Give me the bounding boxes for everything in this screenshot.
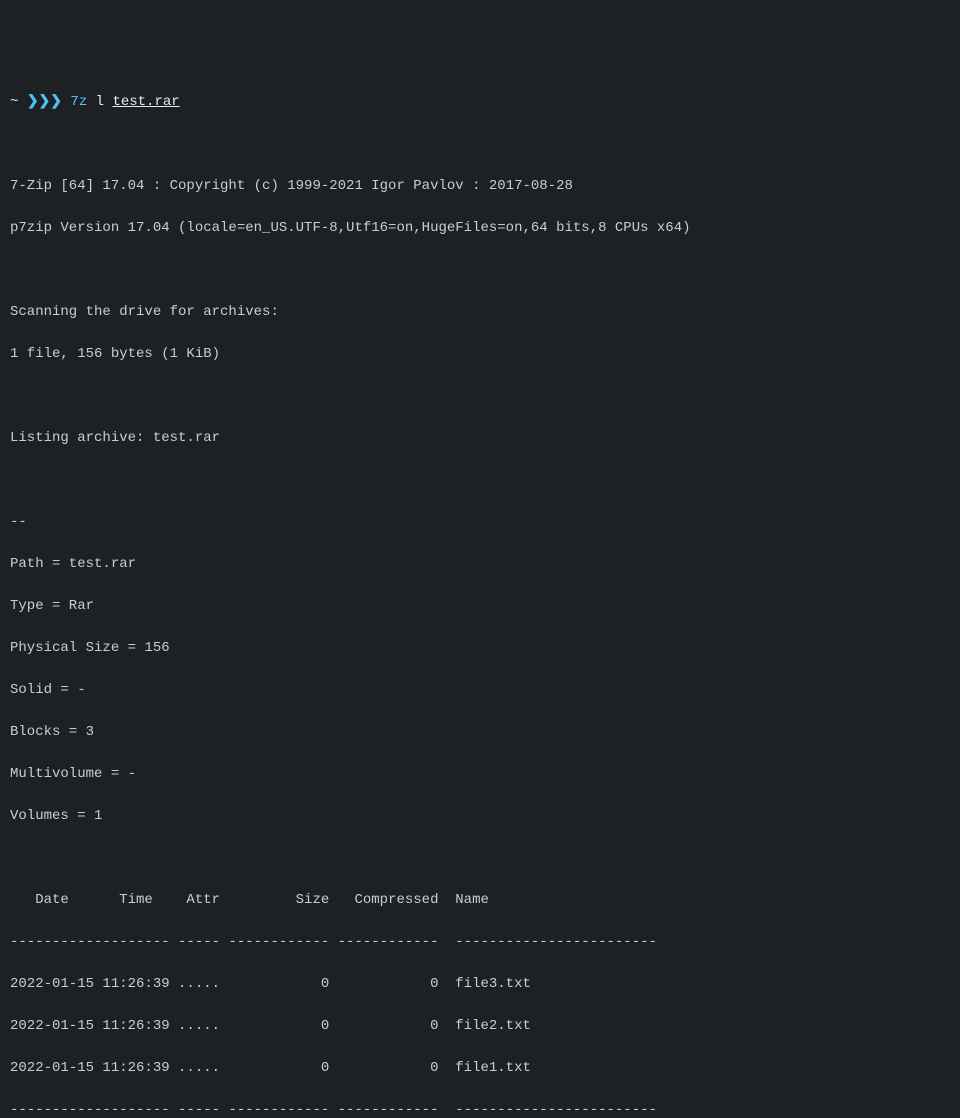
meta-dashes: --	[10, 512, 950, 533]
prompt-line[interactable]: ~ ❯❯❯ 7z l test.rar	[10, 92, 950, 113]
command-file: test.rar	[112, 94, 179, 110]
blank-line	[10, 470, 950, 491]
scan-line-2: 1 file, 156 bytes (1 KiB)	[10, 344, 950, 365]
meta-volumes: Volumes = 1	[10, 806, 950, 827]
table-row: 2022-01-15 11:26:39 ..... 0 0 file1.txt	[10, 1058, 950, 1079]
meta-multivolume: Multivolume = -	[10, 764, 950, 785]
blank-line	[10, 848, 950, 869]
header-line-2: p7zip Version 17.04 (locale=en_US.UTF-8,…	[10, 218, 950, 239]
meta-physical-size: Physical Size = 156	[10, 638, 950, 659]
prompt-symbol: ❯❯❯	[27, 94, 62, 110]
header-line-1: 7-Zip [64] 17.04 : Copyright (c) 1999-20…	[10, 176, 950, 197]
table-row: 2022-01-15 11:26:39 ..... 0 0 file2.txt	[10, 1016, 950, 1037]
meta-solid: Solid = -	[10, 680, 950, 701]
meta-path: Path = test.rar	[10, 554, 950, 575]
table-header: Date Time Attr Size Compressed Name	[10, 890, 950, 911]
table-row: 2022-01-15 11:26:39 ..... 0 0 file3.txt	[10, 974, 950, 995]
blank-line	[10, 260, 950, 281]
table-rule-bottom: ------------------- ----- ------------ -…	[10, 1100, 950, 1118]
scan-line-1: Scanning the drive for archives:	[10, 302, 950, 323]
meta-type: Type = Rar	[10, 596, 950, 617]
command-name: 7z	[70, 94, 87, 110]
table-rule-top: ------------------- ----- ------------ -…	[10, 932, 950, 953]
blank-line	[10, 134, 950, 155]
meta-blocks: Blocks = 3	[10, 722, 950, 743]
blank-line	[10, 386, 950, 407]
command-subcommand: l	[96, 94, 104, 110]
listing-title: Listing archive: test.rar	[10, 428, 950, 449]
prompt-cwd: ~	[10, 94, 18, 110]
